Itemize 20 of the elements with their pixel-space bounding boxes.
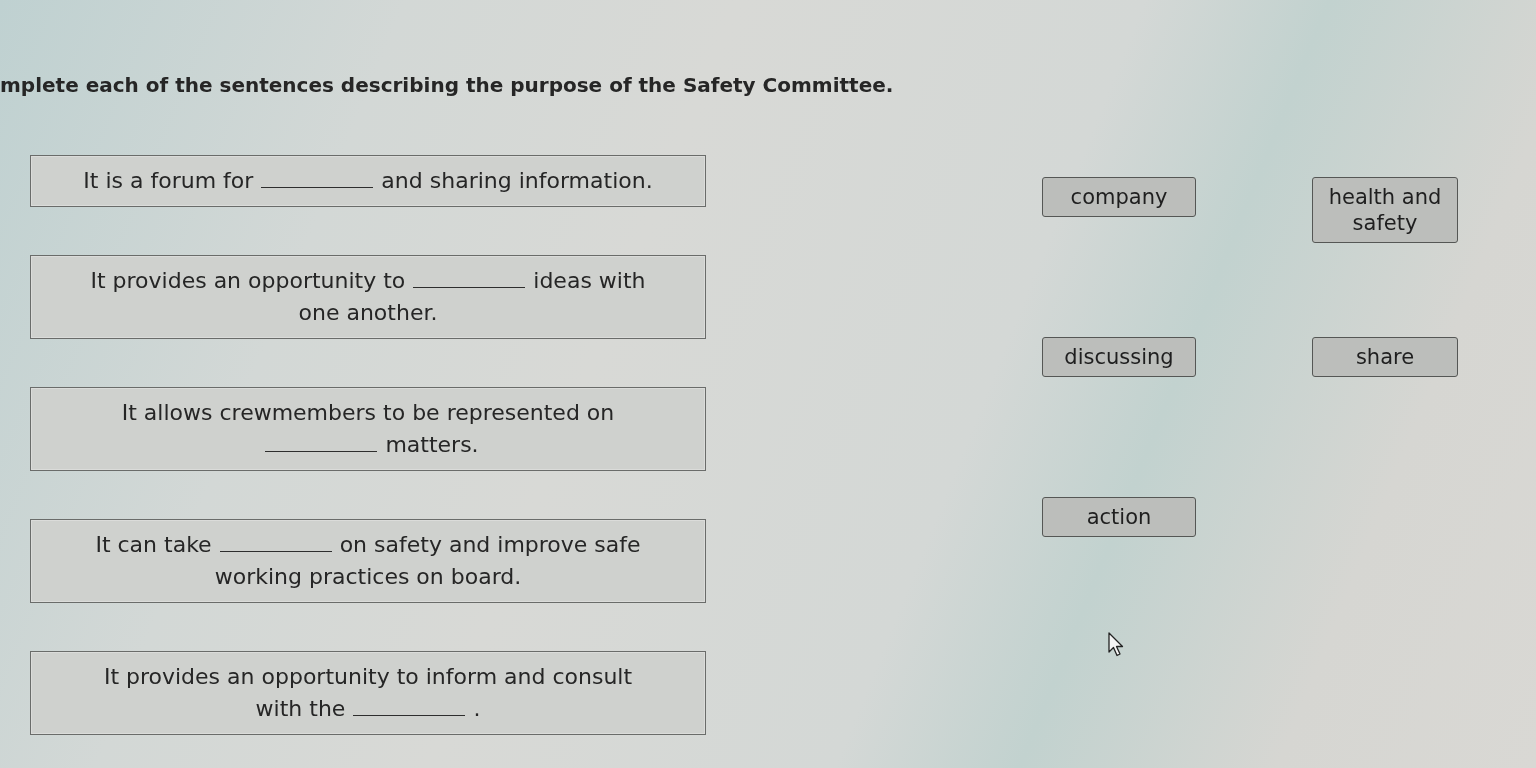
sentence-text: one another. — [298, 299, 438, 327]
word-tile[interactable]: action — [1042, 497, 1196, 537]
sentence-text: It is a forum for — [83, 167, 254, 195]
sentence-text: It can take — [95, 531, 212, 559]
word-tile[interactable]: company — [1042, 177, 1196, 217]
sentence-text: It provides an opportunity to inform and consult — [103, 663, 633, 691]
sentence-text: ideas with — [533, 267, 646, 295]
sentence-text: on safety and improve safe — [339, 531, 641, 559]
mouse-pointer-icon — [1108, 632, 1124, 657]
sentence-text: and sharing information. — [381, 167, 653, 195]
sentence-text: working practices on board. — [214, 563, 522, 591]
sentence-text: with the — [255, 695, 346, 723]
word-tile[interactable]: discussing — [1042, 337, 1196, 377]
sentence-text: It allows crewmembers to be represented on — [121, 399, 615, 427]
sentence-text: . — [473, 695, 481, 723]
word-tile[interactable]: health and safety — [1312, 177, 1458, 243]
sentence-text: matters. — [385, 431, 479, 459]
instruction-text: mplete each of the sentences describing the purpose of the Safety Committee. — [0, 72, 894, 99]
sentence-text: It provides an opportunity to — [90, 267, 406, 295]
word-tile[interactable]: share — [1312, 337, 1458, 377]
